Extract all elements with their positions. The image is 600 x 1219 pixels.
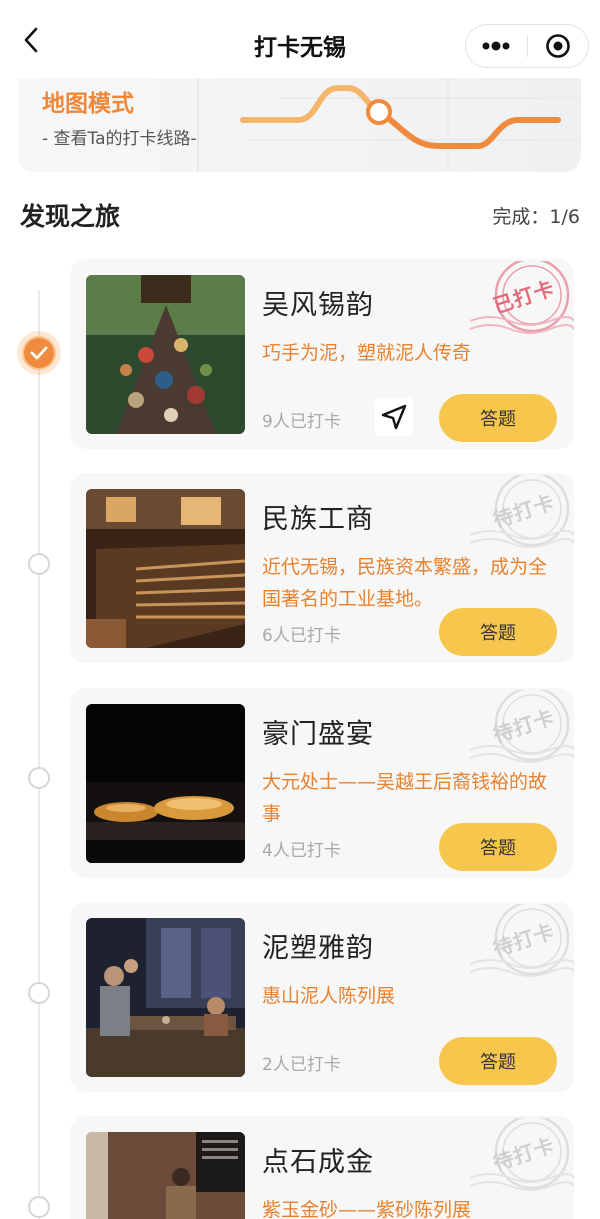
- card-checkin-count: 4人已打卡: [262, 841, 341, 861]
- card-image: [86, 918, 245, 1077]
- banner-subtitle: - 查看Ta的打卡线路-: [42, 129, 197, 149]
- checkin-card[interactable]: 吴风锡韵 巧手为泥，塑就泥人传奇 9人已打卡 答题 已打卡: [70, 259, 574, 449]
- checkin-card[interactable]: 豪门盛宴 大元处士——吴越王后裔钱裕的故事 4人已打卡 答题 待打卡: [70, 688, 574, 878]
- card-desc: 巧手为泥，塑就泥人传奇: [262, 342, 472, 364]
- card-image: [86, 704, 245, 863]
- card-desc: 大元处士——吴越王后裔钱裕的故事: [262, 771, 548, 825]
- miniprogram-capsule: [465, 24, 589, 68]
- answer-button[interactable]: 答题: [439, 608, 557, 656]
- card-title: 泥塑雅韵: [262, 933, 374, 964]
- timeline-node: [28, 553, 50, 575]
- card-checkin-count: 2人已打卡: [262, 1055, 341, 1075]
- target-close-icon: [545, 34, 570, 58]
- card-title: 豪门盛宴: [262, 719, 374, 750]
- answer-button[interactable]: 答题: [439, 1037, 557, 1085]
- checkin-card[interactable]: 民族工商 近代无锡，民族资本繁盛，成为全国著名的工业基地。 6人已打卡 答题 待…: [70, 473, 574, 663]
- card-title: 点石成金: [262, 1147, 374, 1178]
- timeline-node: [28, 767, 50, 789]
- banner-title: 地图模式: [42, 91, 134, 117]
- card-image: [86, 275, 245, 434]
- card-desc: 紫玉金砂——紫砂陈列展: [262, 1199, 472, 1219]
- section-title: 发现之旅: [20, 202, 121, 231]
- stamp-checked: 已打卡: [470, 261, 574, 339]
- answer-button[interactable]: 答题: [439, 823, 557, 871]
- timeline-node-done: [17, 331, 61, 375]
- map-mode-banner[interactable]: 地图模式 - 查看Ta的打卡线路-: [18, 78, 581, 172]
- answer-button[interactable]: 答题: [439, 394, 557, 442]
- checkin-card[interactable]: 点石成金 紫玉金砂——紫砂陈列展 待打卡: [70, 1116, 574, 1219]
- card-image: [86, 1132, 245, 1219]
- more-dots-icon: [482, 41, 510, 51]
- card-checkin-count: 9人已打卡: [262, 412, 341, 432]
- card-image: [86, 489, 245, 648]
- progress-text: 完成：1/6: [492, 206, 580, 228]
- checkin-card[interactable]: 泥塑雅韵 惠山泥人陈列展 2人已打卡 答题 待打卡: [70, 902, 574, 1092]
- stamp-pending: 待打卡: [470, 690, 574, 768]
- more-button[interactable]: [466, 25, 527, 67]
- close-button[interactable]: [527, 25, 588, 67]
- card-desc: 近代无锡，民族资本繁盛，成为全国著名的工业基地。: [262, 556, 548, 610]
- stamp-pending: 待打卡: [470, 1118, 574, 1196]
- timeline-line: [38, 290, 40, 1219]
- card-title: 吴风锡韵: [262, 290, 374, 321]
- card-desc: 惠山泥人陈列展: [262, 985, 396, 1007]
- navbar: 打卡无锡: [0, 0, 600, 78]
- card-checkin-count: 6人已打卡: [262, 626, 341, 646]
- stamp-pending: 待打卡: [470, 904, 574, 982]
- navigate-arrow-icon: [381, 404, 407, 430]
- timeline-node: [28, 1196, 50, 1218]
- timeline-node-done-inner: [22, 336, 56, 370]
- card-title: 民族工商: [262, 504, 374, 535]
- stamp-pending: 待打卡: [470, 475, 574, 553]
- check-icon: [30, 346, 48, 360]
- navigate-button[interactable]: [375, 398, 413, 436]
- timeline-node: [28, 982, 50, 1004]
